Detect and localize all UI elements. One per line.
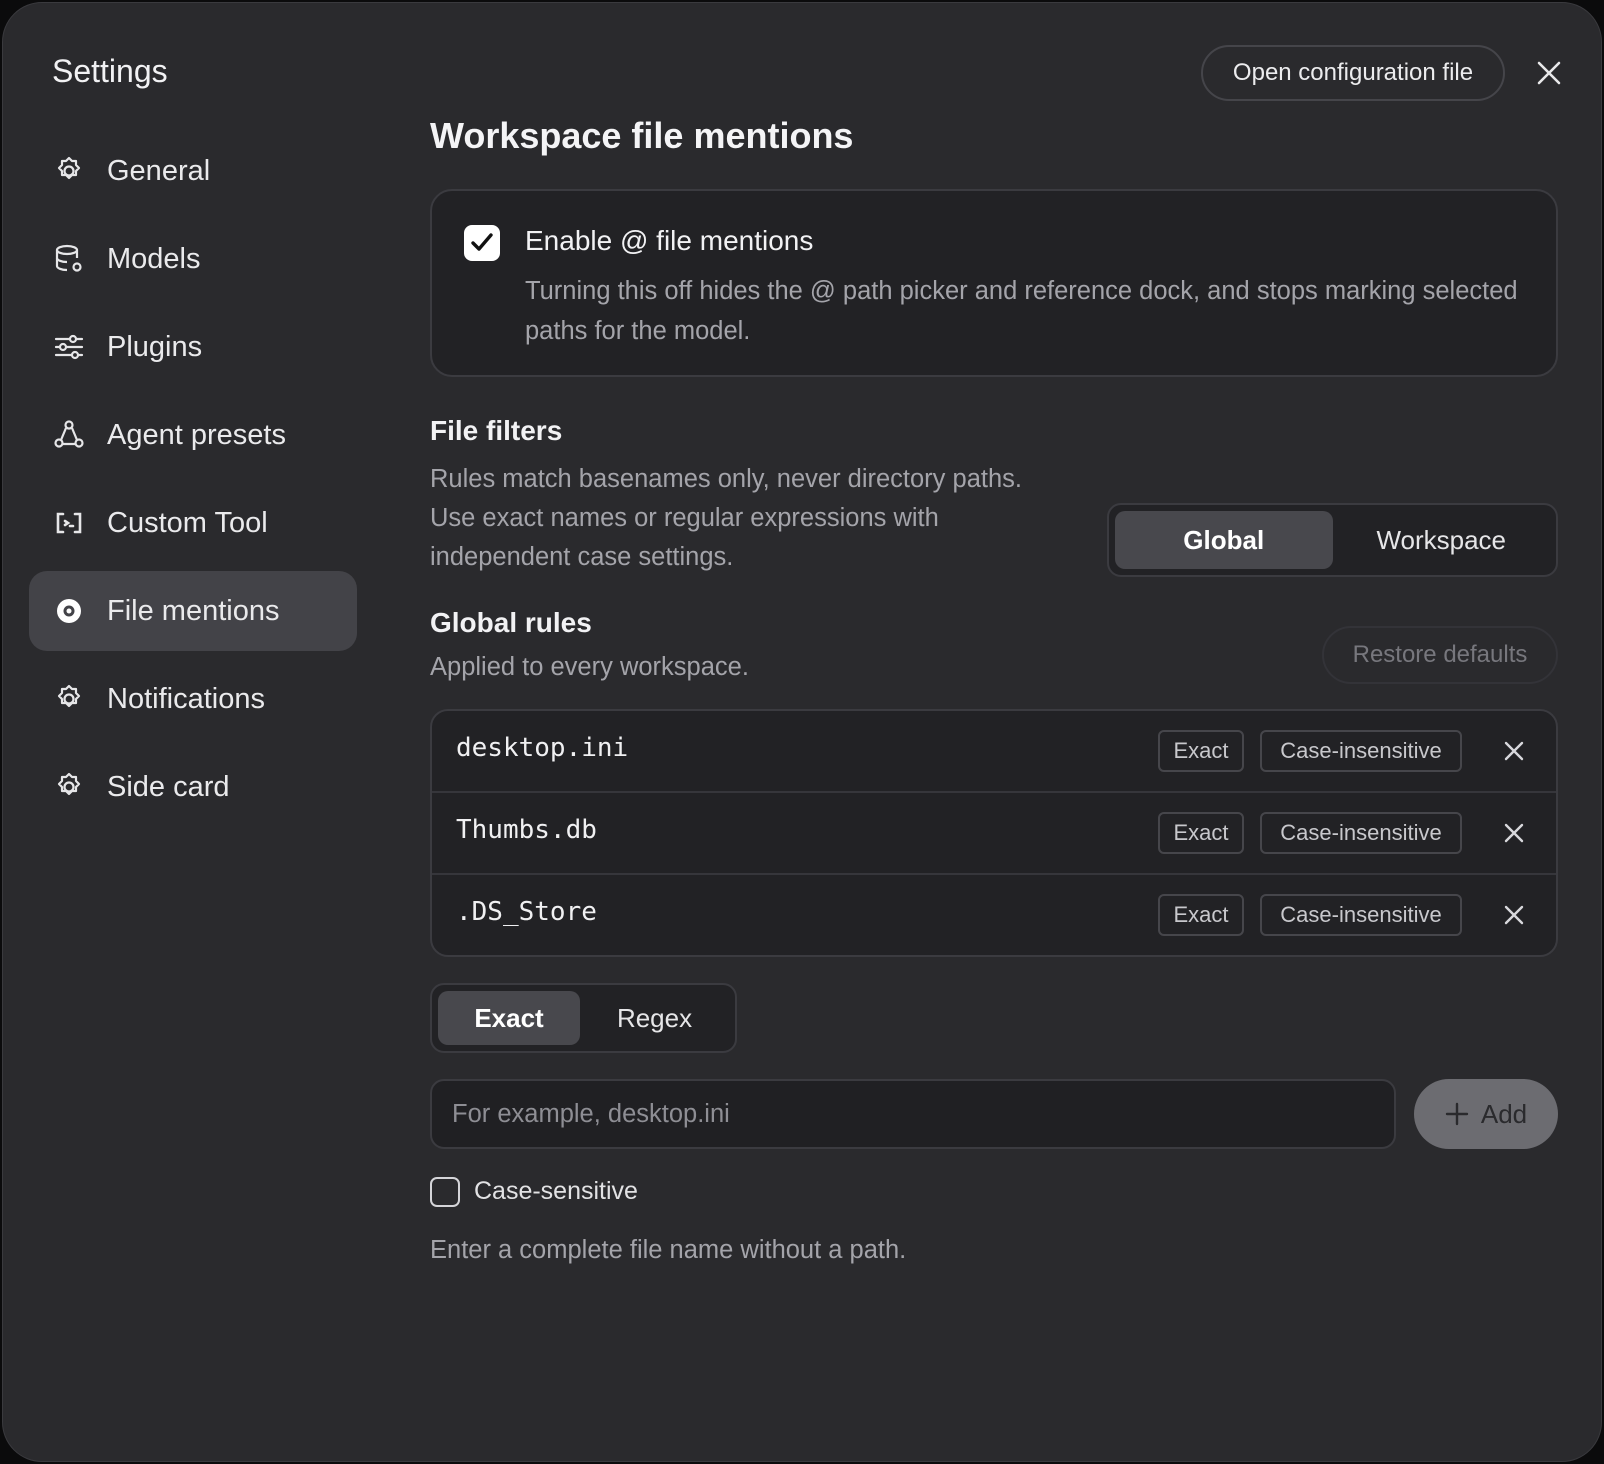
rule-row: .DS_Store Exact Case-insensitive	[432, 875, 1556, 955]
rule-name: .DS_Store	[456, 897, 597, 927]
enable-mentions-description: Turning this off hides the @ path picker…	[525, 277, 1518, 345]
enable-mentions-label: Enable @ file mentions	[525, 225, 814, 256]
sidebar-item-side-card[interactable]: Side card	[29, 747, 357, 827]
close-icon[interactable]	[1531, 55, 1567, 91]
database-gear-icon	[53, 243, 85, 275]
rule-case-tag: Case-insensitive	[1260, 730, 1462, 772]
nodes-icon	[53, 419, 85, 451]
sidebar-item-label: Side card	[107, 770, 230, 803]
sidebar-item-label: File mentions	[107, 594, 280, 627]
file-filters-desc-line: Use exact names or regular expressions w…	[430, 504, 939, 532]
sidebar-item-plugins[interactable]: Plugins	[29, 307, 357, 387]
rule-case-tag: Case-insensitive	[1260, 894, 1462, 936]
file-filters-desc-line: independent case settings.	[430, 543, 734, 571]
rule-row: Thumbs.db Exact Case-insensitive	[432, 793, 1556, 875]
mode-exact-tab[interactable]: Exact	[438, 991, 581, 1045]
mode-regex-tab[interactable]: Regex	[580, 991, 729, 1045]
scope-toggle: Global Workspace	[1107, 503, 1558, 577]
sidebar-item-label: General	[107, 154, 211, 187]
scope-workspace-tab[interactable]: Workspace	[1333, 511, 1551, 569]
sidebar-item-label: Notifications	[107, 682, 265, 715]
match-mode-toggle: Exact Regex	[430, 983, 737, 1053]
rule-match-tag: Exact	[1158, 894, 1244, 936]
sidebar-item-label: Plugins	[107, 330, 203, 363]
file-filters-title: File filters	[430, 415, 563, 446]
rule-row: desktop.ini Exact Case-insensitive	[432, 711, 1556, 793]
sidebar-nav: General Models Plugins Agent presets Cus…	[29, 131, 357, 835]
sidebar-item-general[interactable]: General	[29, 131, 357, 211]
sliders-icon	[53, 331, 85, 363]
case-sensitive-checkbox[interactable]	[430, 1177, 460, 1207]
rule-name-input[interactable]	[430, 1079, 1396, 1149]
enable-mentions-card: Enable @ file mentions Turning this off …	[430, 189, 1558, 377]
delete-rule-icon[interactable]	[1498, 817, 1530, 849]
input-hint: Enter a complete file name without a pat…	[430, 1236, 907, 1264]
gear-icon	[53, 771, 85, 803]
gear-icon	[53, 155, 85, 187]
restore-defaults-button[interactable]: Restore defaults	[1322, 626, 1558, 684]
checkmark-icon	[471, 233, 493, 251]
delete-rule-icon[interactable]	[1498, 735, 1530, 767]
rule-name: desktop.ini	[456, 733, 629, 763]
target-icon	[53, 595, 85, 627]
delete-rule-icon[interactable]	[1498, 899, 1530, 931]
add-rule-button[interactable]: Add	[1414, 1079, 1558, 1149]
sidebar-item-label: Custom Tool	[107, 506, 268, 539]
rules-list: desktop.ini Exact Case-insensitive Thumb…	[430, 709, 1558, 957]
sidebar-item-custom-tool[interactable]: Custom Tool	[29, 483, 357, 563]
rule-name: Thumbs.db	[456, 815, 597, 845]
page-title: Workspace file mentions	[430, 115, 854, 156]
case-sensitive-label[interactable]: Case-sensitive	[474, 1177, 638, 1206]
rule-match-tag: Exact	[1158, 812, 1244, 854]
code-bracket-icon	[53, 507, 85, 539]
settings-title: Settings	[52, 53, 168, 89]
rule-match-tag: Exact	[1158, 730, 1244, 772]
open-config-button[interactable]: Open configuration file	[1201, 45, 1505, 101]
sidebar-item-notifications[interactable]: Notifications	[29, 659, 357, 739]
settings-window: Settings Open configuration file General…	[2, 2, 1602, 1462]
scope-global-tab[interactable]: Global	[1115, 511, 1333, 569]
enable-mentions-checkbox[interactable]	[464, 225, 500, 261]
file-filters-desc-line: Rules match basenames only, never direct…	[430, 465, 1022, 493]
sidebar-item-label: Agent presets	[107, 418, 286, 451]
sidebar-item-file-mentions[interactable]: File mentions	[29, 571, 357, 651]
sidebar-item-models[interactable]: Models	[29, 219, 357, 299]
global-rules-subtitle: Applied to every workspace.	[430, 653, 749, 681]
global-rules-title: Global rules	[430, 607, 592, 638]
sidebar-item-label: Models	[107, 242, 201, 275]
rule-case-tag: Case-insensitive	[1260, 812, 1462, 854]
sidebar-item-agent-presets[interactable]: Agent presets	[29, 395, 357, 475]
gear-icon	[53, 683, 85, 715]
add-rule-label: Add	[1480, 1098, 1528, 1129]
plus-icon	[1445, 1102, 1469, 1126]
